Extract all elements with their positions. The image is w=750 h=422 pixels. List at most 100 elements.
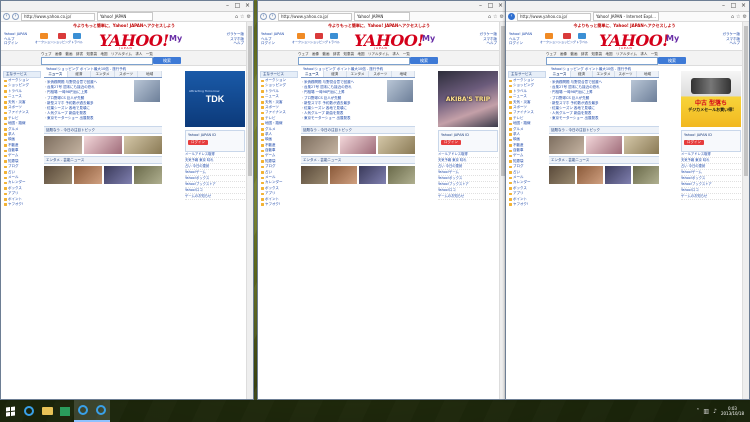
my-yahoo-icon[interactable]: My: [169, 34, 182, 43]
thumbnail[interactable]: [605, 165, 631, 184]
thumbnail[interactable]: [44, 165, 72, 184]
close-icon[interactable]: ×: [496, 2, 505, 9]
taskbar-ie-3[interactable]: [92, 400, 110, 422]
thumbnail[interactable]: [577, 165, 603, 184]
minimize-icon[interactable]: –: [223, 2, 232, 9]
taskbar-ie-2[interactable]: [74, 400, 92, 422]
maximize-icon[interactable]: □: [729, 2, 738, 9]
topics-bar[interactable]: 話題なう - 今日の注目トピック: [549, 125, 659, 134]
thumbnail[interactable]: [124, 135, 162, 154]
maximize-icon[interactable]: □: [486, 2, 495, 9]
login-button[interactable]: ログイン: [188, 140, 208, 145]
search-button[interactable]: 検索: [153, 57, 181, 64]
login-button[interactable]: ログイン: [684, 140, 704, 145]
service-label[interactable]: ショッピング: [558, 40, 576, 44]
news-photo[interactable]: [134, 80, 160, 102]
news-photo[interactable]: [387, 80, 413, 102]
thumbnail[interactable]: [549, 135, 585, 154]
header-link[interactable]: ガラケー版: [227, 32, 245, 37]
travel-icon[interactable]: [578, 33, 586, 39]
news-tab[interactable]: エンタメ: [346, 71, 370, 77]
back-icon[interactable]: ‹: [260, 13, 267, 20]
shopping-icon[interactable]: [315, 33, 323, 39]
shopping-icon[interactable]: [563, 33, 571, 39]
header-link[interactable]: ヘルプ: [227, 41, 245, 46]
travel-icon[interactable]: [330, 33, 338, 39]
forward-icon[interactable]: ›: [12, 13, 19, 20]
header-link[interactable]: ログイン: [509, 41, 532, 46]
tab-yahoo[interactable]: Yahoo! JAPAN: [354, 12, 410, 21]
thumbnail[interactable]: [633, 165, 659, 184]
maximize-icon[interactable]: □: [233, 2, 242, 9]
tab-yahoo[interactable]: Yahoo! JAPAN: [97, 12, 153, 21]
entertainment-bar[interactable]: エンタメ - 芸能ニュース: [549, 155, 659, 164]
news-tab[interactable]: 地域: [637, 71, 659, 77]
title-bar[interactable]: – □ ×: [506, 1, 749, 12]
auction-icon[interactable]: [40, 33, 48, 39]
news-photo[interactable]: [631, 80, 657, 102]
header-link[interactable]: Yahoo! JAPAN: [509, 32, 532, 37]
news-headline[interactable]: 東京モーターショー 出展発表: [301, 116, 385, 121]
home-icon[interactable]: ⌂: [731, 14, 734, 20]
login-button[interactable]: ログイン: [441, 140, 461, 145]
url-field[interactable]: http://www.yahoo.co.jp/: [278, 12, 352, 21]
chevron-up-icon[interactable]: ˄: [696, 408, 699, 415]
sidebar-item[interactable]: ヤフオク!: [3, 202, 41, 207]
search-button[interactable]: 検索: [410, 57, 438, 64]
home-icon[interactable]: ⌂: [488, 14, 491, 20]
topics-bar[interactable]: 話題なう - 今日の注目トピック: [44, 125, 162, 134]
header-link[interactable]: ヘルプ: [480, 41, 498, 46]
thumbnail[interactable]: [84, 135, 122, 154]
scroll-thumb[interactable]: [248, 26, 252, 176]
thumbnail[interactable]: [330, 165, 357, 184]
gear-icon[interactable]: ⚙: [743, 14, 747, 20]
thumbnail[interactable]: [623, 135, 659, 154]
header-link[interactable]: ガラケー版: [480, 32, 498, 37]
forward-icon[interactable]: ›: [269, 13, 276, 20]
thumbnail[interactable]: [74, 165, 102, 184]
header-link[interactable]: ヘルプ: [723, 41, 741, 46]
clock[interactable]: 0:03 2013/10/18: [721, 406, 744, 416]
url-field[interactable]: http://www.yahoo.co.jp/: [21, 12, 95, 21]
close-icon[interactable]: ×: [739, 2, 748, 9]
taskbar-explorer[interactable]: [38, 400, 56, 422]
gear-icon[interactable]: ⚙: [500, 14, 504, 20]
thumbnail[interactable]: [104, 165, 132, 184]
news-tab[interactable]: スポーツ: [114, 71, 139, 77]
news-tab[interactable]: 地域: [392, 71, 415, 77]
news-tab[interactable]: エンタメ: [593, 71, 615, 77]
news-headline[interactable]: 東京モーターショー 出展発表: [549, 116, 629, 121]
news-tab[interactable]: 経済: [571, 71, 593, 77]
shopping-icon[interactable]: [58, 33, 66, 39]
volume-icon[interactable]: ♪: [713, 408, 717, 415]
header-link[interactable]: Yahoo! JAPAN: [4, 32, 27, 37]
service-label[interactable]: ショッピング: [53, 40, 71, 44]
thumbnail[interactable]: [549, 165, 575, 184]
news-tab[interactable]: スポーツ: [369, 71, 393, 77]
news-tab[interactable]: ニュース: [549, 71, 571, 77]
auction-icon[interactable]: [545, 33, 553, 39]
service-label[interactable]: オークション: [35, 40, 53, 44]
thumbnail[interactable]: [388, 165, 415, 184]
yahoo-logo[interactable]: YAHOO!: [99, 33, 169, 49]
my-yahoo-icon[interactable]: My: [666, 34, 679, 43]
network-icon[interactable]: ▥: [703, 408, 709, 415]
scroll-thumb[interactable]: [744, 26, 748, 176]
header-link[interactable]: Yahoo! JAPAN: [261, 32, 284, 37]
header-link[interactable]: ガラケー版: [723, 32, 741, 37]
yahoo-logo[interactable]: YAHOO!: [354, 33, 424, 49]
ad-banner[interactable]: Attracting Tomorrow TDK: [185, 71, 245, 127]
news-tab[interactable]: エンタメ: [91, 71, 115, 77]
service-label[interactable]: トラベル: [71, 40, 83, 44]
topics-bar[interactable]: 話題なう - 今日の注目トピック: [301, 125, 415, 134]
ad-banner[interactable]: AKIBA'S TRIP: [438, 71, 498, 127]
service-label[interactable]: トラベル: [576, 40, 588, 44]
sidebar-item[interactable]: ヤフオク!: [508, 202, 546, 207]
news-headline[interactable]: 東京モーターショー 出展発表: [44, 116, 132, 121]
service-label[interactable]: ショッピング: [310, 40, 328, 44]
sidebar-item[interactable]: ヤフオク!: [260, 202, 298, 207]
top-banner[interactable]: 今よりもっと簡単に、Yahoo! JAPANへアクセスしよう: [506, 22, 743, 30]
minimize-icon[interactable]: –: [476, 2, 485, 9]
tab-yahoo[interactable]: Yahoo! JAPAN - Internet Expl...: [593, 12, 659, 21]
search-input[interactable]: [546, 57, 658, 65]
